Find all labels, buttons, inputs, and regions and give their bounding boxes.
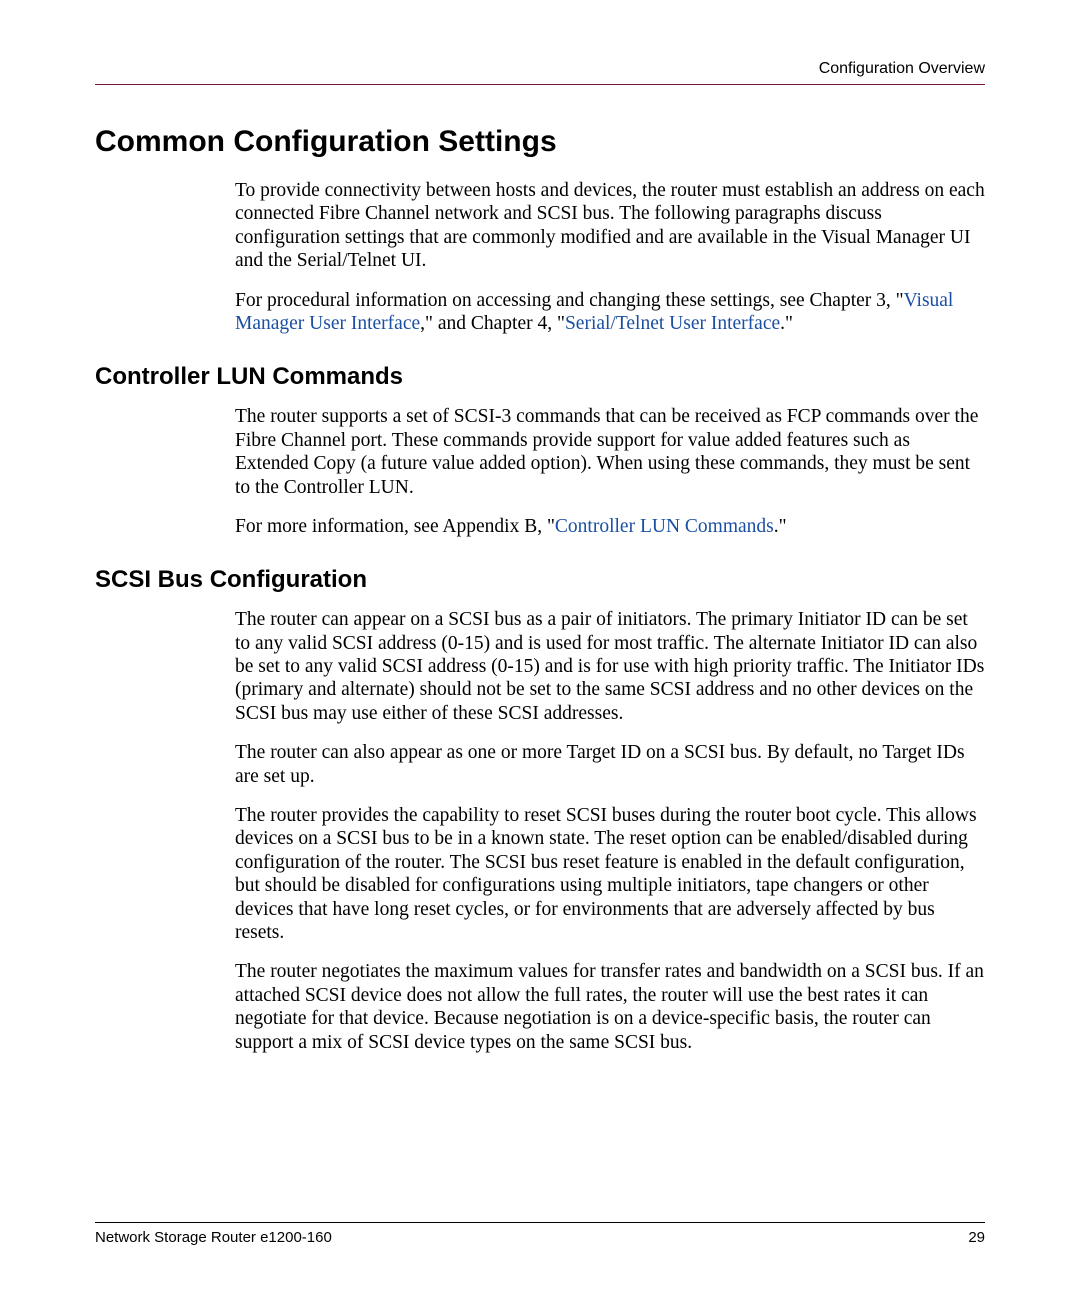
controller-lun-paragraph-1: The router supports a set of SCSI-3 comm… <box>235 405 985 499</box>
text-span: For procedural information on accessing … <box>235 290 904 311</box>
header-rule <box>95 84 985 85</box>
intro-paragraph-1: To provide connectivity between hosts an… <box>235 179 985 273</box>
scsi-bus-paragraph-2: The router can also appear as one or mor… <box>235 741 985 788</box>
link-serial-telnet-ui[interactable]: Serial/Telnet User Interface <box>565 313 780 334</box>
scsi-bus-paragraph-3: The router provides the capability to re… <box>235 804 985 944</box>
link-controller-lun-commands[interactable]: Controller LUN Commands <box>555 516 774 537</box>
page-title: Common Configuration Settings <box>95 125 985 159</box>
section-heading-scsi-bus: SCSI Bus Configuration <box>95 566 985 594</box>
scsi-bus-paragraph-4: The router negotiates the maximum values… <box>235 960 985 1054</box>
text-span: ," and Chapter 4, " <box>420 313 565 334</box>
text-span: ." <box>780 313 793 334</box>
text-span: For more information, see Appendix B, " <box>235 516 555 537</box>
text-span: ." <box>774 516 787 537</box>
footer-page-number: 29 <box>968 1229 985 1246</box>
scsi-bus-paragraph-1: The router can appear on a SCSI bus as a… <box>235 608 985 725</box>
section-heading-controller-lun: Controller LUN Commands <box>95 363 985 391</box>
controller-lun-paragraph-2: For more information, see Appendix B, "C… <box>235 515 985 538</box>
page-footer: Network Storage Router e1200-160 29 <box>95 1222 985 1246</box>
intro-paragraph-2: For procedural information on accessing … <box>235 289 985 336</box>
footer-left: Network Storage Router e1200-160 <box>95 1229 332 1246</box>
footer-rule <box>95 1222 985 1223</box>
running-header: Configuration Overview <box>95 60 985 78</box>
